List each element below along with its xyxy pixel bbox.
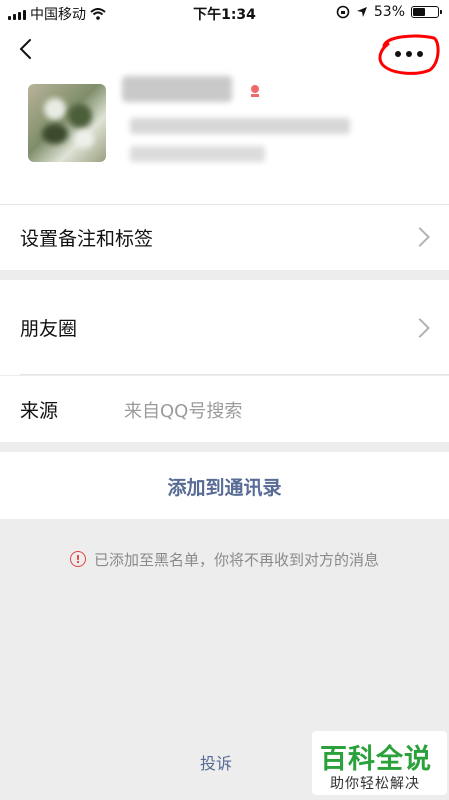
wechat-id-redacted — [130, 118, 350, 134]
watermark-logo: 百科全说 助你轻松解决 — [312, 731, 447, 795]
status-right-group: 53% — [336, 4, 442, 20]
battery-level — [413, 8, 425, 16]
source-label: 来源 — [20, 400, 59, 422]
battery-icon — [411, 6, 442, 18]
remark-tags-row[interactable]: 设置备注和标签 — [0, 204, 449, 270]
remark-tags-label: 设置备注和标签 — [20, 228, 154, 250]
blacklist-notice-text: 已添加至黑名单，你将不再收到对方的消息 — [93, 550, 379, 569]
status-bar: 中国移动 下午1:34 53% — [0, 0, 449, 26]
exclamation-circle-icon: ! — [69, 551, 86, 567]
gender-icon — [251, 85, 259, 97]
chevron-left-icon[interactable] — [16, 38, 38, 60]
rotation-lock-icon — [336, 5, 350, 19]
complain-link[interactable]: 投诉 — [200, 750, 232, 774]
location-arrow-icon — [356, 7, 367, 17]
blacklist-notice: ! 已添加至黑名单，你将不再收到对方的消息 — [0, 546, 449, 572]
add-contact-row[interactable]: 添加到通讯录 — [0, 452, 449, 519]
profile-header — [0, 26, 449, 204]
region-redacted — [130, 146, 265, 162]
watermark-subtitle: 助你轻松解决 — [330, 776, 420, 792]
source-row: 来源 来自QQ号搜索 — [0, 376, 449, 442]
more-options-button[interactable] — [376, 32, 442, 76]
add-contact-button[interactable]: 添加到通讯录 — [0, 473, 449, 500]
chevron-right-icon — [410, 318, 430, 338]
moments-row[interactable]: 朋友圈 — [0, 280, 449, 375]
nickname-redacted — [122, 76, 232, 102]
source-value: 来自QQ号搜索 — [124, 401, 243, 422]
moments-label: 朋友圈 — [20, 318, 78, 340]
watermark-title: 百科全说 — [320, 744, 432, 775]
chevron-right-icon — [410, 227, 430, 247]
ellipsis-icon — [378, 34, 440, 75]
battery-percent: 53% — [373, 4, 405, 20]
avatar[interactable] — [28, 84, 106, 162]
